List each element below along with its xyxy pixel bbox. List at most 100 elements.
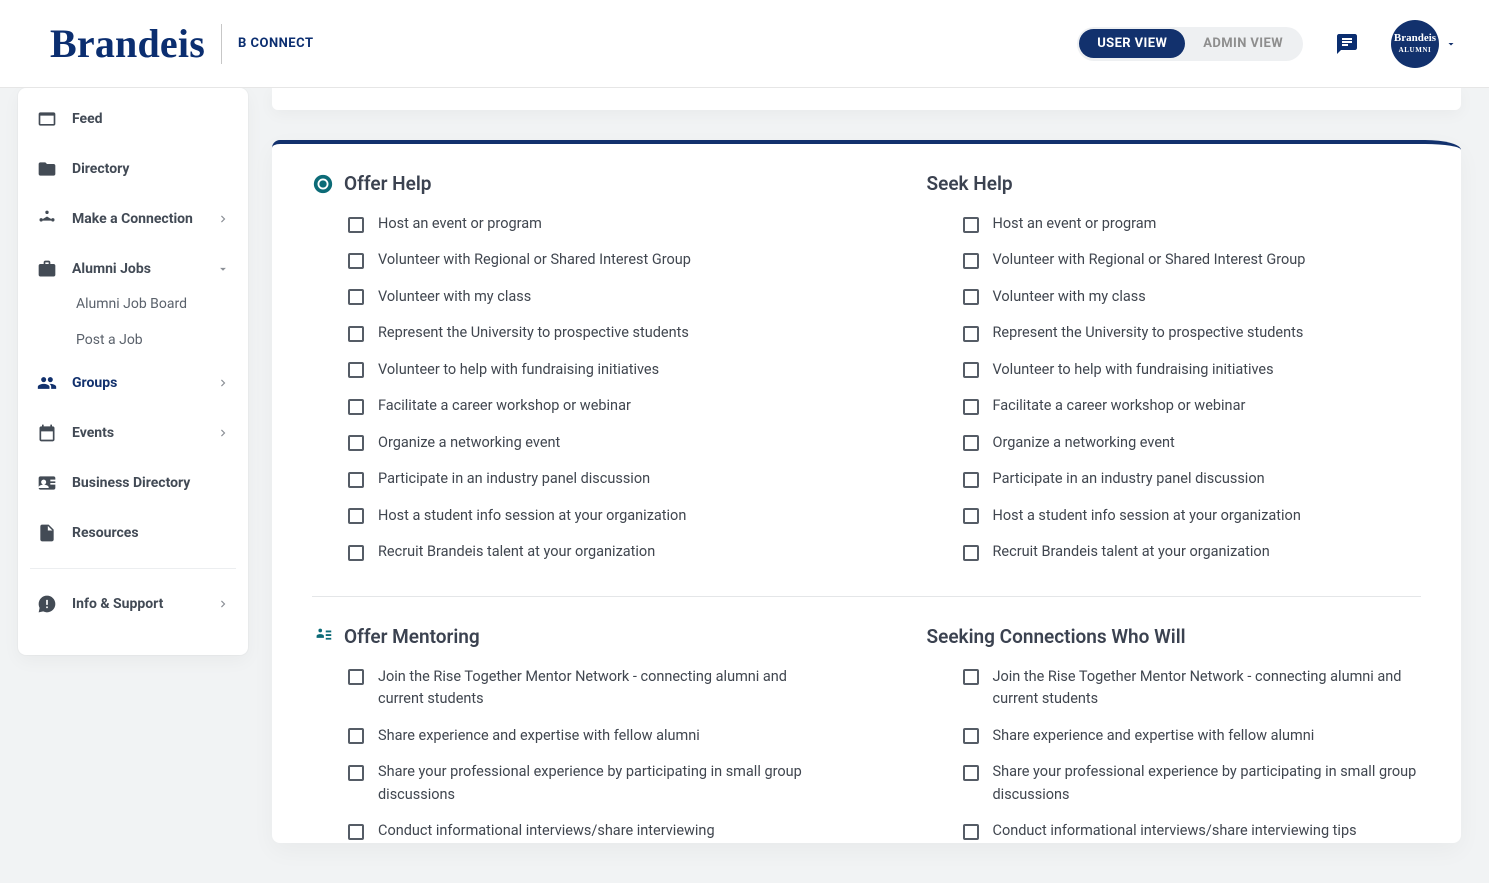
checkbox-icon[interactable] — [348, 217, 364, 233]
section-divider — [312, 596, 1421, 597]
checkbox-icon[interactable] — [963, 765, 979, 781]
admin-view-tab[interactable]: ADMIN VIEW — [1185, 29, 1301, 58]
checkbox-label: Facilitate a career workshop or webinar — [378, 395, 631, 417]
checkbox-label: Represent the University to prospective … — [993, 322, 1304, 344]
checkbox-row-seek-help-6[interactable]: Organize a networking event — [963, 432, 1422, 454]
checkbox-row-offer-help-5[interactable]: Facilitate a career workshop or webinar — [348, 395, 807, 417]
sidebar-item-label: Make a Connection — [72, 211, 193, 227]
checkbox-icon[interactable] — [348, 765, 364, 781]
folder-icon — [36, 158, 58, 180]
checkbox-row-offer-mentor-3[interactable]: Conduct informational interviews/share i… — [348, 820, 807, 842]
checkbox-row-seek-help-0[interactable]: Host an event or program — [963, 213, 1422, 235]
checkbox-icon[interactable] — [963, 399, 979, 415]
checkbox-icon[interactable] — [348, 472, 364, 488]
checkbox-row-offer-help-1[interactable]: Volunteer with Regional or Shared Intere… — [348, 249, 807, 271]
checkbox-icon[interactable] — [963, 728, 979, 744]
user-view-tab[interactable]: USER VIEW — [1079, 29, 1185, 58]
checkbox-row-seek-mentor-3[interactable]: Conduct informational interviews/share i… — [963, 820, 1422, 842]
chevron-right-icon — [216, 426, 230, 440]
checkbox-icon[interactable] — [963, 508, 979, 524]
checkbox-icon[interactable] — [348, 326, 364, 342]
checkbox-icon[interactable] — [348, 508, 364, 524]
checkbox-row-seek-mentor-0[interactable]: Join the Rise Together Mentor Network - … — [963, 666, 1422, 711]
checkbox-label: Host an event or program — [378, 213, 542, 235]
checkbox-icon[interactable] — [963, 326, 979, 342]
checkbox-row-seek-help-7[interactable]: Participate in an industry panel discuss… — [963, 468, 1422, 490]
sidebar-item-label: Groups — [72, 375, 117, 391]
checkbox-icon[interactable] — [348, 289, 364, 305]
chevron-right-icon — [216, 212, 230, 226]
checkbox-row-offer-help-8[interactable]: Host a student info session at your orga… — [348, 505, 807, 527]
feed-icon — [36, 108, 58, 130]
checkbox-icon[interactable] — [348, 669, 364, 685]
chevron-right-icon — [216, 597, 230, 611]
sidebar-item-directory[interactable]: Directory — [24, 144, 242, 194]
checkbox-icon[interactable] — [963, 472, 979, 488]
checkbox-icon[interactable] — [348, 399, 364, 415]
checkbox-row-offer-help-7[interactable]: Participate in an industry panel discuss… — [348, 468, 807, 490]
checkbox-icon[interactable] — [963, 669, 979, 685]
sidebar-subitem-job-board[interactable]: Alumni Job Board — [68, 290, 242, 318]
checkbox-row-offer-mentor-1[interactable]: Share experience and expertise with fell… — [348, 725, 807, 747]
checkbox-row-seek-mentor-2[interactable]: Share your professional experience by pa… — [963, 761, 1422, 806]
checkbox-row-offer-help-9[interactable]: Recruit Brandeis talent at your organiza… — [348, 541, 807, 563]
checkbox-row-offer-mentor-0[interactable]: Join the Rise Together Mentor Network - … — [348, 666, 807, 711]
sidebar-item-events[interactable]: Events — [24, 408, 242, 458]
checkbox-icon[interactable] — [963, 289, 979, 305]
sidebar-subitems-alumni-jobs: Alumni Job Board Post a Job — [24, 290, 242, 354]
previous-card-bottom — [272, 88, 1461, 110]
sidebar-item-info-support[interactable]: Info & Support — [24, 579, 242, 629]
checkbox-icon[interactable] — [963, 217, 979, 233]
profile-menu[interactable]: Brandeis ALUMNI — [1367, 20, 1457, 68]
chevron-right-icon — [216, 376, 230, 390]
checkbox-row-seek-help-9[interactable]: Recruit Brandeis talent at your organiza… — [963, 541, 1422, 563]
checkbox-icon[interactable] — [348, 824, 364, 840]
checkbox-row-offer-mentor-2[interactable]: Share your professional experience by pa… — [348, 761, 807, 806]
brand-divider — [221, 24, 222, 64]
sidebar-item-alumni-jobs[interactable]: Alumni Jobs — [24, 244, 242, 294]
checkbox-row-offer-help-6[interactable]: Organize a networking event — [348, 432, 807, 454]
checkbox-row-seek-mentor-1[interactable]: Share experience and expertise with fell… — [963, 725, 1422, 747]
messages-icon[interactable] — [1327, 24, 1367, 64]
sidebar: Feed Directory Make a Connection Alumni … — [18, 88, 248, 655]
checkbox-icon[interactable] — [963, 253, 979, 269]
checkbox-icon[interactable] — [348, 362, 364, 378]
sidebar-separator — [30, 568, 236, 569]
checkbox-row-offer-help-3[interactable]: Represent the University to prospective … — [348, 322, 807, 344]
checkbox-label: Volunteer with my class — [378, 286, 531, 308]
help-card: Offer Help Host an event or programVolun… — [272, 140, 1461, 843]
checkbox-icon[interactable] — [348, 253, 364, 269]
checkbox-icon[interactable] — [963, 362, 979, 378]
checkbox-row-seek-help-8[interactable]: Host a student info session at your orga… — [963, 505, 1422, 527]
sidebar-subitem-post-job[interactable]: Post a Job — [68, 326, 242, 354]
sidebar-item-make-connection[interactable]: Make a Connection — [24, 194, 242, 244]
checkbox-row-seek-help-2[interactable]: Volunteer with my class — [963, 286, 1422, 308]
checkbox-row-seek-help-3[interactable]: Represent the University to prospective … — [963, 322, 1422, 344]
sidebar-item-label: Business Directory — [72, 475, 190, 491]
sidebar-item-resources[interactable]: Resources — [24, 508, 242, 558]
checkbox-label: Recruit Brandeis talent at your organiza… — [378, 541, 655, 563]
checkbox-row-offer-help-0[interactable]: Host an event or program — [348, 213, 807, 235]
connection-icon — [36, 208, 58, 230]
checkbox-row-seek-help-1[interactable]: Volunteer with Regional or Shared Intere… — [963, 249, 1422, 271]
sidebar-item-feed[interactable]: Feed — [24, 94, 242, 144]
checkbox-label: Share experience and expertise with fell… — [993, 725, 1315, 747]
checkbox-icon[interactable] — [348, 545, 364, 561]
avatar-line2: ALUMNI — [1399, 46, 1432, 54]
checkbox-row-offer-help-4[interactable]: Volunteer to help with fundraising initi… — [348, 359, 807, 381]
checkbox-row-seek-help-5[interactable]: Facilitate a career workshop or webinar — [963, 395, 1422, 417]
sidebar-item-business-directory[interactable]: Business Directory — [24, 458, 242, 508]
checkbox-icon[interactable] — [963, 824, 979, 840]
checkbox-icon[interactable] — [963, 545, 979, 561]
checkbox-row-seek-help-4[interactable]: Volunteer to help with fundraising initi… — [963, 359, 1422, 381]
checkbox-row-offer-help-2[interactable]: Volunteer with my class — [348, 286, 807, 308]
checkbox-icon[interactable] — [348, 435, 364, 451]
checkbox-icon[interactable] — [348, 728, 364, 744]
offer-mentoring-list: Join the Rise Together Mentor Network - … — [312, 666, 807, 843]
groups-icon — [36, 372, 58, 394]
checkbox-icon[interactable] — [963, 435, 979, 451]
seek-mentoring-column: Seeking Connections Who Will Join the Ri… — [927, 625, 1422, 843]
sidebar-item-groups[interactable]: Groups — [24, 358, 242, 408]
chevron-down-icon — [216, 262, 230, 276]
checkbox-label: Participate in an industry panel discuss… — [378, 468, 650, 490]
